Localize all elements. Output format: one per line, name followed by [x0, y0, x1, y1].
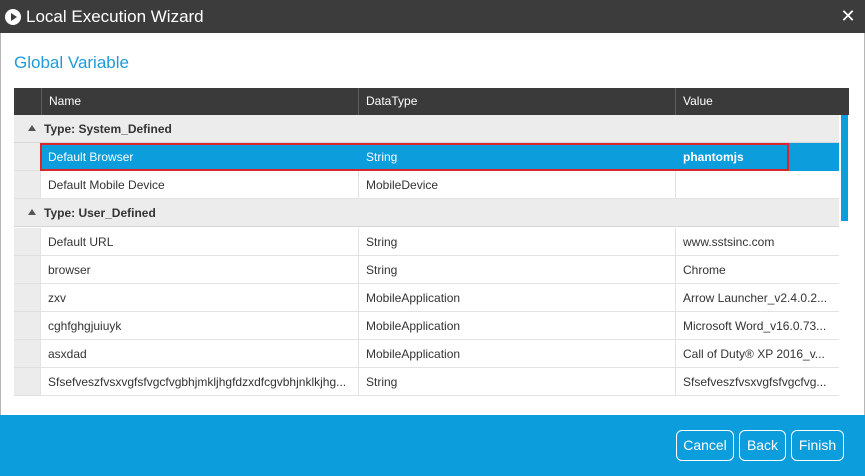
- play-icon: [5, 8, 21, 25]
- cell-datatype: String: [358, 228, 675, 256]
- grid-header: Name DataType Value: [14, 88, 849, 115]
- close-icon[interactable]: ✕: [840, 7, 856, 25]
- row-gutter: [14, 368, 40, 396]
- wizard-footer: Cancel Back Finish: [0, 415, 865, 476]
- cell-name: asxdad: [40, 340, 358, 368]
- cell-name: Default URL: [40, 228, 358, 256]
- row-gutter: [14, 143, 40, 171]
- table-row[interactable]: Sfsefveszfvsxvgfsfvgcfvgbhjmkljhgfdzxdfc…: [14, 368, 839, 396]
- collapse-triangle-icon[interactable]: [28, 208, 36, 215]
- table-row[interactable]: Default Browser String phantomjs: [14, 143, 839, 171]
- group-row-system-defined[interactable]: Type: System_Defined: [14, 115, 839, 143]
- row-gutter: [14, 312, 40, 340]
- cell-name: Sfsefveszfvsxvgfsfvgcfvgbhjmkljhgfdzxdfc…: [40, 368, 358, 396]
- vertical-scrollbar[interactable]: [840, 115, 849, 406]
- window-title: Local Execution Wizard: [26, 6, 204, 26]
- cell-name: cghfghgjuiuyk: [40, 312, 358, 340]
- cell-value: Arrow Launcher_v2.4.0.2...: [675, 284, 839, 312]
- finish-button[interactable]: Finish: [791, 430, 844, 461]
- table-row[interactable]: Default URL String www.sstsinc.com: [14, 228, 839, 256]
- group-label: Type: System_Defined: [44, 122, 172, 136]
- cell-datatype: String: [358, 368, 675, 396]
- cell-value: [675, 171, 839, 199]
- column-header-name[interactable]: Name: [41, 88, 358, 115]
- cell-datatype: MobileDevice: [358, 171, 675, 199]
- cell-value: Call of Duty® XP 2016_v...: [675, 340, 839, 368]
- collapse-triangle-icon[interactable]: [28, 124, 36, 131]
- row-gutter: [14, 171, 40, 199]
- cell-datatype: String: [358, 256, 675, 284]
- group-label: Type: User_Defined: [44, 206, 156, 220]
- cell-name: zxv: [40, 284, 358, 312]
- column-header-value[interactable]: Value: [675, 88, 849, 115]
- cell-value: phantomjs: [675, 143, 839, 171]
- table-row[interactable]: browser String Chrome: [14, 256, 839, 284]
- cell-name: Default Mobile Device: [40, 171, 358, 199]
- table-row[interactable]: asxdad MobileApplication Call of Duty® X…: [14, 340, 839, 368]
- cell-name: Default Browser: [40, 143, 358, 171]
- row-gutter: [14, 228, 40, 256]
- table-row[interactable]: Default Mobile Device MobileDevice: [14, 171, 839, 199]
- back-button[interactable]: Back: [739, 430, 786, 461]
- row-gutter: [14, 284, 40, 312]
- cell-datatype: MobileApplication: [358, 340, 675, 368]
- cell-value: Sfsefveszfvsxvgfsfvgcfvg...: [675, 368, 839, 396]
- cell-datatype: MobileApplication: [358, 284, 675, 312]
- header-gutter: [14, 88, 41, 115]
- cell-datatype: String: [358, 143, 675, 171]
- variables-grid: Name DataType Value Type: System_Defined…: [14, 88, 849, 406]
- title-bar: Local Execution Wizard ✕: [0, 0, 865, 33]
- table-row[interactable]: zxv MobileApplication Arrow Launcher_v2.…: [14, 284, 839, 312]
- cell-value: Microsoft Word_v16.0.73...: [675, 312, 839, 340]
- cell-value: www.sstsinc.com: [675, 228, 839, 256]
- cell-name: browser: [40, 256, 358, 284]
- scrollbar-thumb[interactable]: [841, 115, 848, 221]
- row-gutter: [14, 256, 40, 284]
- section-title: Global Variable: [14, 53, 129, 72]
- cell-datatype: MobileApplication: [358, 312, 675, 340]
- group-row-user-defined[interactable]: Type: User_Defined: [14, 199, 839, 227]
- column-header-datatype[interactable]: DataType: [358, 88, 675, 115]
- table-row[interactable]: cghfghgjuiuyk MobileApplication Microsof…: [14, 312, 839, 340]
- cancel-button[interactable]: Cancel: [676, 430, 734, 461]
- cell-value: Chrome: [675, 256, 839, 284]
- row-gutter: [14, 340, 40, 368]
